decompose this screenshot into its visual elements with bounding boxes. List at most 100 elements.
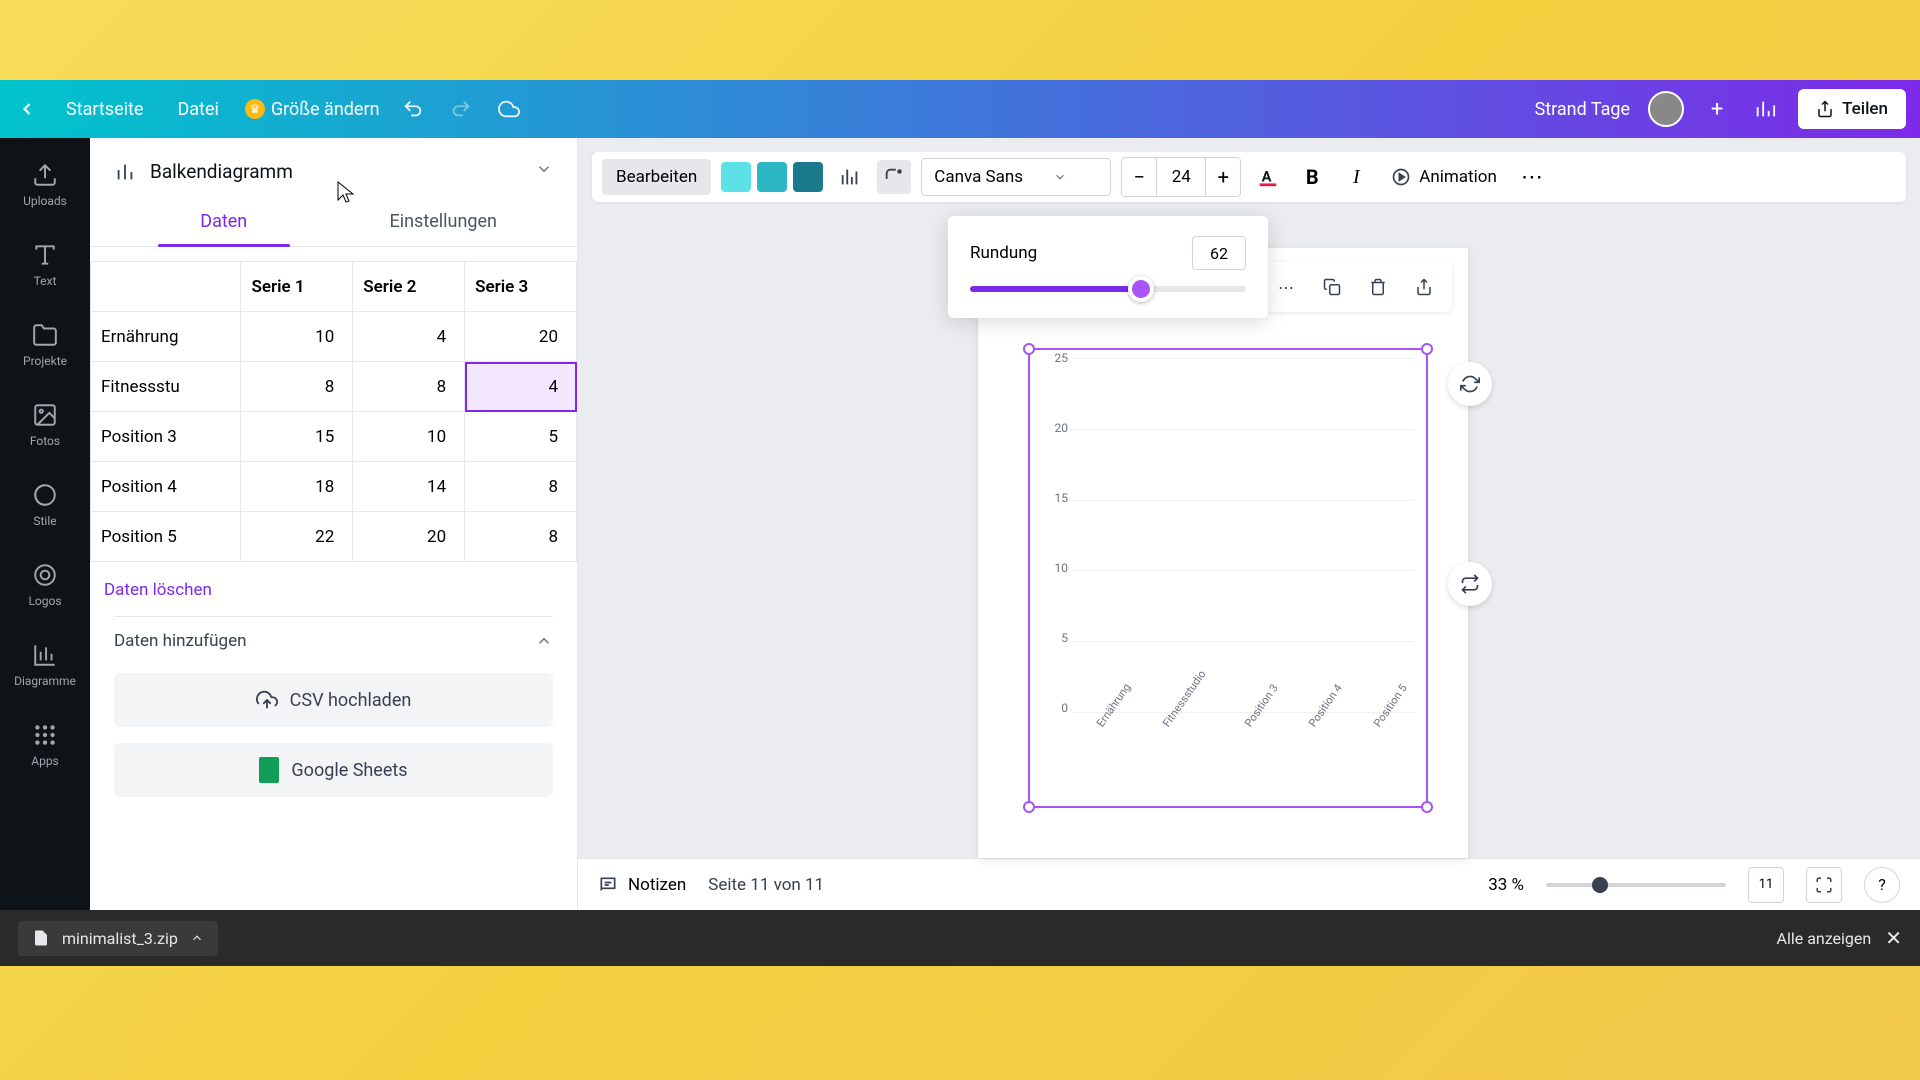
animation-button[interactable]: Animation xyxy=(1383,160,1505,194)
more-options-button[interactable]: ⋯ xyxy=(1266,267,1306,307)
zoom-thumb[interactable] xyxy=(1592,877,1608,893)
chart-element[interactable]: 0510152025ErnährungFitnessstudioPosition… xyxy=(1028,348,1428,808)
spacing-button[interactable] xyxy=(833,160,867,194)
resize-handle-nw[interactable] xyxy=(1023,343,1035,355)
italic-button[interactable]: I xyxy=(1339,160,1373,194)
font-size-decrease[interactable]: − xyxy=(1122,158,1156,196)
chart-type-label: Balkendiagramm xyxy=(150,160,293,183)
csv-upload-button[interactable]: CSV hochladen xyxy=(114,673,553,727)
insights-button[interactable] xyxy=(1750,94,1780,124)
data-cell[interactable]: 5 xyxy=(465,412,577,462)
data-table[interactable]: Serie 1Serie 2Serie 3Ernährung10420Fitne… xyxy=(90,261,577,562)
user-avatar[interactable] xyxy=(1648,91,1684,127)
google-sheets-button[interactable]: Google Sheets xyxy=(114,743,553,797)
redo-button[interactable] xyxy=(446,94,476,124)
data-cell[interactable]: 8 xyxy=(465,512,577,562)
chart-type-dropdown[interactable]: Balkendiagramm xyxy=(90,154,577,201)
add-collaborator-button[interactable]: + xyxy=(1702,94,1732,124)
rail-label: Apps xyxy=(31,754,59,768)
font-family-select[interactable]: Canva Sans xyxy=(921,158,1111,196)
data-cell[interactable]: 8 xyxy=(353,362,465,412)
row-label-cell[interactable]: Position 5 xyxy=(91,512,241,562)
file-menu[interactable]: Datei xyxy=(169,93,226,126)
rail-uploads[interactable]: Uploads xyxy=(0,146,90,224)
rounding-input[interactable] xyxy=(1192,236,1246,270)
zoom-slider[interactable] xyxy=(1546,883,1726,887)
text-color-button[interactable]: A xyxy=(1251,160,1285,194)
data-cell[interactable]: 22 xyxy=(241,512,353,562)
fullscreen-button[interactable] xyxy=(1806,867,1842,903)
rail-projects[interactable]: Projekte xyxy=(0,306,90,384)
resize-handle-sw[interactable] xyxy=(1023,801,1035,813)
data-cell[interactable]: 18 xyxy=(241,462,353,512)
refresh-fab[interactable] xyxy=(1448,362,1492,406)
color-swatch-1[interactable] xyxy=(757,162,787,192)
download-filename: minimalist_3.zip xyxy=(62,929,178,948)
undo-button[interactable] xyxy=(398,94,428,124)
corner-radius-button[interactable] xyxy=(877,160,911,194)
resize-handle-ne[interactable] xyxy=(1421,343,1433,355)
rail-logos[interactable]: Logos xyxy=(0,546,90,624)
row-label-cell[interactable]: Ernährung xyxy=(91,312,241,362)
rounding-popover: Rundung xyxy=(948,216,1268,318)
data-cell[interactable]: 10 xyxy=(353,412,465,462)
notes-button[interactable]: Notizen xyxy=(598,875,686,895)
font-size-increase[interactable]: + xyxy=(1206,158,1240,196)
tab-data[interactable]: Daten xyxy=(114,201,334,246)
rail-text[interactable]: Text xyxy=(0,226,90,304)
home-link[interactable]: Startseite xyxy=(58,93,151,126)
resize-handle-se[interactable] xyxy=(1421,801,1433,813)
data-cell[interactable]: 20 xyxy=(465,312,577,362)
resize-button[interactable]: ♛Größe ändern xyxy=(245,99,380,120)
rail-diagrams[interactable]: Diagramme xyxy=(0,626,90,704)
share-button[interactable]: Teilen xyxy=(1798,89,1906,129)
table-header[interactable]: Serie 2 xyxy=(353,262,465,312)
tab-settings[interactable]: Einstellungen xyxy=(334,201,554,246)
rail-styles[interactable]: Stile xyxy=(0,466,90,544)
table-header[interactable] xyxy=(91,262,241,312)
duplicate-button[interactable] xyxy=(1312,267,1352,307)
row-label-cell[interactable]: Position 4 xyxy=(91,462,241,512)
delete-button[interactable] xyxy=(1358,267,1398,307)
bold-button[interactable]: B xyxy=(1295,160,1329,194)
font-size-input[interactable] xyxy=(1156,158,1206,196)
export-element-button[interactable] xyxy=(1404,267,1444,307)
swap-axes-fab[interactable] xyxy=(1448,562,1492,606)
data-cell[interactable]: 4 xyxy=(353,312,465,362)
data-cell[interactable]: 8 xyxy=(241,362,353,412)
color-swatch-2[interactable] xyxy=(793,162,823,192)
more-button[interactable]: ⋯ xyxy=(1515,160,1549,194)
row-label-cell[interactable]: Fitnessstu xyxy=(91,362,241,412)
data-cell[interactable]: 15 xyxy=(241,412,353,462)
data-cell[interactable]: 4 xyxy=(465,362,577,412)
clear-data-link[interactable]: Daten löschen xyxy=(102,570,565,616)
sync-status-icon[interactable] xyxy=(494,94,524,124)
page-indicator: Seite 11 von 11 xyxy=(708,875,824,895)
rail-apps[interactable]: Apps xyxy=(0,706,90,784)
close-download-bar[interactable]: ✕ xyxy=(1885,926,1902,950)
rounding-slider[interactable] xyxy=(970,286,1246,292)
data-cell[interactable]: 10 xyxy=(241,312,353,362)
file-icon xyxy=(32,929,50,947)
slider-fill xyxy=(970,286,1141,292)
download-item[interactable]: minimalist_3.zip xyxy=(18,921,218,956)
show-all-downloads[interactable]: Alle anzeigen xyxy=(1777,929,1872,948)
grid-view-button[interactable]: 11 xyxy=(1748,867,1784,903)
back-button[interactable] xyxy=(14,96,40,122)
document-title[interactable]: Strand Tage xyxy=(1535,99,1631,120)
edit-button[interactable]: Bearbeiten xyxy=(602,159,711,195)
data-cell[interactable]: 8 xyxy=(465,462,577,512)
rail-photos[interactable]: Fotos xyxy=(0,386,90,464)
rail-label: Logos xyxy=(28,594,61,608)
table-header[interactable]: Serie 1 xyxy=(241,262,353,312)
color-swatch-0[interactable] xyxy=(721,162,751,192)
data-cell[interactable]: 20 xyxy=(353,512,465,562)
row-label-cell[interactable]: Position 3 xyxy=(91,412,241,462)
csv-label: CSV hochladen xyxy=(290,690,412,711)
slider-thumb[interactable] xyxy=(1128,276,1154,302)
add-data-toggle[interactable]: Daten hinzufügen xyxy=(90,617,577,665)
data-cell[interactable]: 14 xyxy=(353,462,465,512)
svg-text:A: A xyxy=(1262,168,1272,186)
help-button[interactable]: ? xyxy=(1864,867,1900,903)
table-header[interactable]: Serie 3 xyxy=(465,262,577,312)
